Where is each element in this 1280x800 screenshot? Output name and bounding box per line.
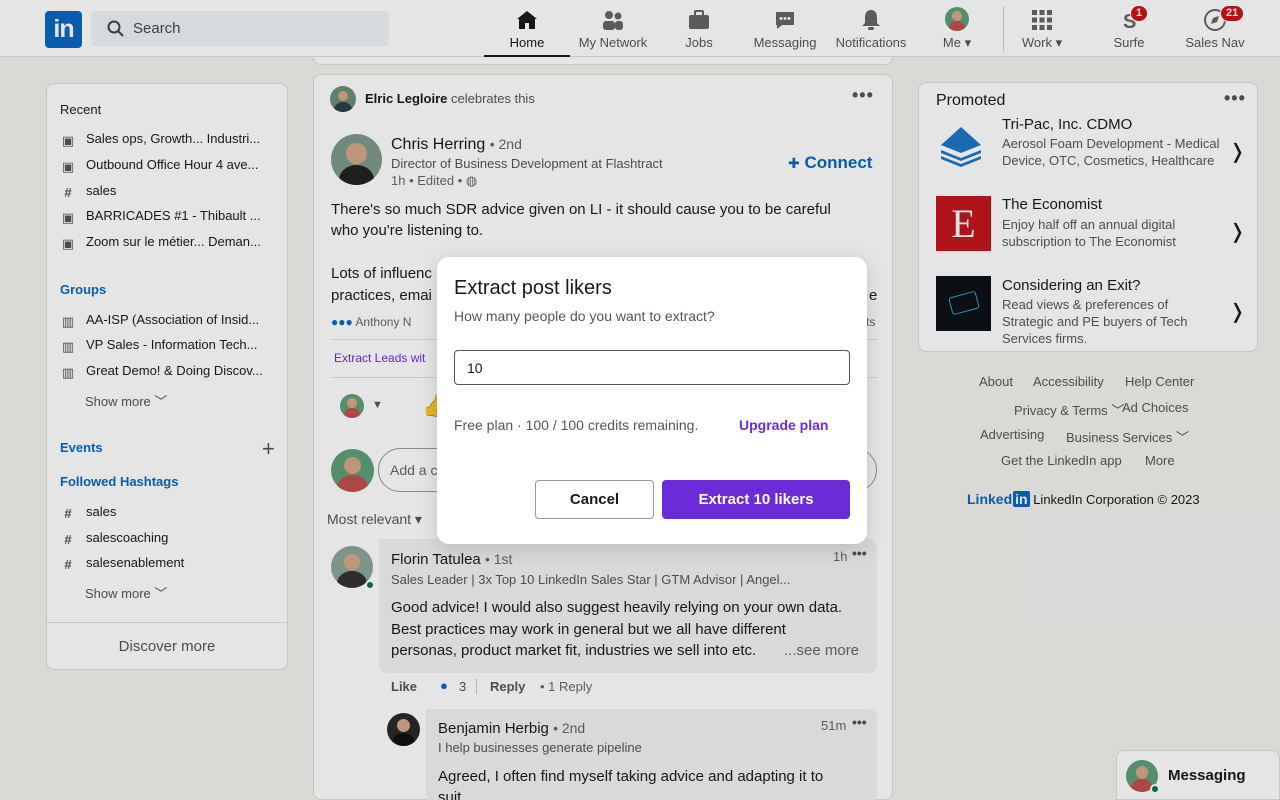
cancel-button[interactable]: Cancel [535, 480, 654, 519]
extract-likers-button[interactable]: Extract 10 likers [662, 480, 850, 519]
upgrade-plan-link[interactable]: Upgrade plan [739, 417, 828, 433]
dialog-subtitle: How many people do you want to extract? [454, 308, 715, 324]
dialog-title: Extract post likers [454, 277, 612, 299]
extract-likers-dialog: Extract post likers How many people do y… [437, 257, 867, 544]
likers-count-input[interactable] [454, 350, 850, 385]
credits-remaining: Free plan · 100 / 100 credits remaining. [454, 417, 699, 433]
